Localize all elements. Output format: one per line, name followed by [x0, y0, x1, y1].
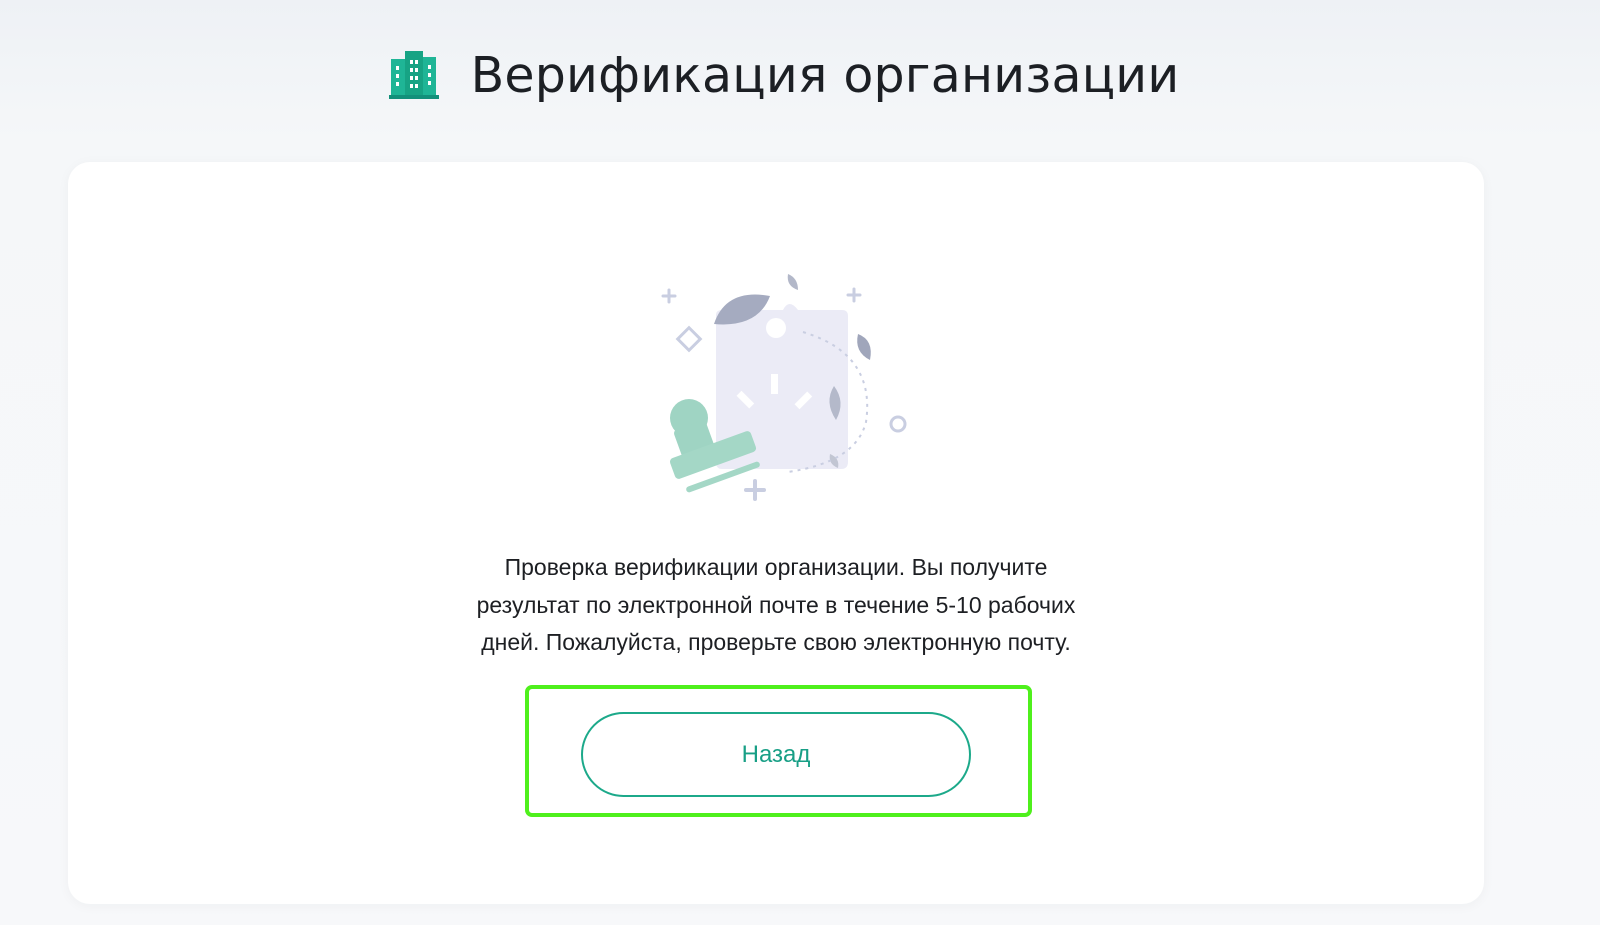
plus-icon [744, 479, 766, 501]
message-line: Проверка верификации организации. Вы пол… [504, 554, 1048, 580]
building-icon [388, 51, 439, 99]
page-header: Верификация организации [0, 40, 1568, 110]
document-stamp-illustration [661, 274, 907, 501]
leaf-icon [787, 274, 798, 290]
diamond-shape [675, 325, 703, 353]
message-line: результат по электронной почте в течение… [476, 591, 1076, 618]
document-hole [766, 318, 786, 338]
leaf-icon [857, 334, 871, 360]
page-title: Верификация организации [470, 46, 1180, 104]
plus-icon [846, 287, 862, 303]
verification-message: Проверка верификации организации. Вы пол… [408, 549, 1144, 662]
circle-shape [889, 415, 907, 433]
back-button[interactable]: Назад [581, 712, 971, 797]
plus-icon [661, 288, 677, 304]
verification-card: Проверка верификации организации. Вы пол… [68, 162, 1484, 904]
message-line: дней. Пожалуйста, проверьте свою электро… [481, 629, 1071, 655]
